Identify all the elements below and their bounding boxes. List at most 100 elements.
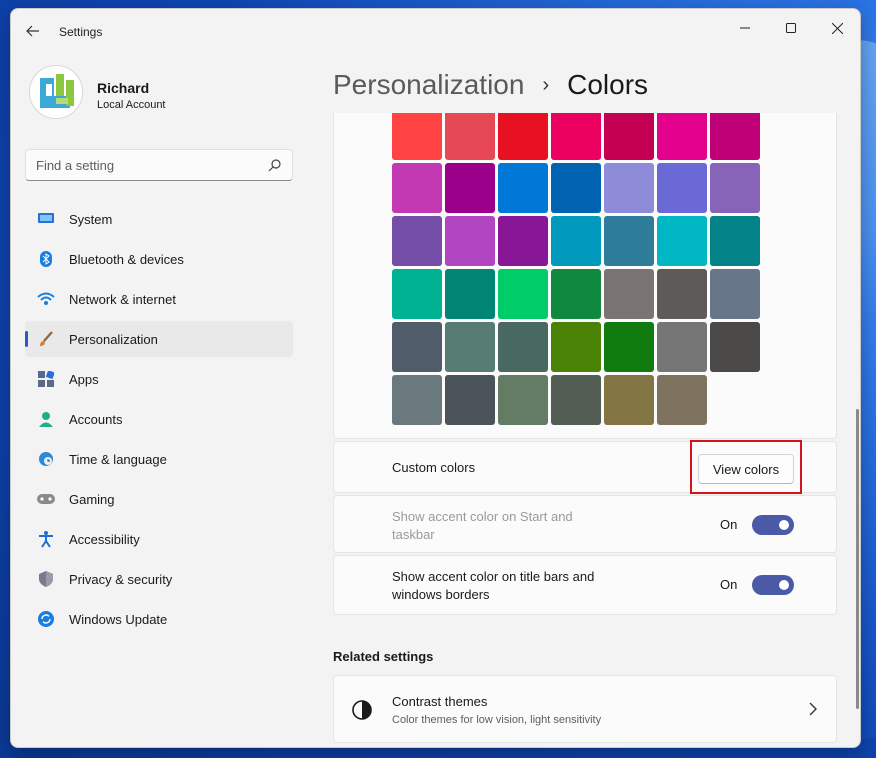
accent-color-swatch[interactable] xyxy=(551,163,601,213)
accent-color-swatch[interactable] xyxy=(445,163,495,213)
accent-color-swatch[interactable] xyxy=(551,322,601,372)
custom-colors-row: Custom colors View colors xyxy=(333,440,837,494)
sidebar-item-label: Accessibility xyxy=(69,531,140,547)
account-type: Local Account xyxy=(97,99,166,111)
accent-color-swatch[interactable] xyxy=(604,375,654,425)
minimize-button[interactable] xyxy=(722,13,768,43)
accent-color-swatch[interactable] xyxy=(392,163,442,213)
accent-color-swatch[interactable] xyxy=(551,113,601,160)
contrast-icon xyxy=(352,700,372,720)
close-button[interactable] xyxy=(814,13,860,43)
accent-color-swatch[interactable] xyxy=(498,113,548,160)
accent-color-swatch[interactable] xyxy=(604,269,654,319)
sidebar-item-windows-update[interactable]: Windows Update xyxy=(25,601,293,637)
back-arrow-icon xyxy=(26,25,39,37)
title-bar[interactable]: Settings xyxy=(11,9,860,53)
maximize-icon xyxy=(786,23,796,33)
accent-color-swatch[interactable] xyxy=(657,322,707,372)
toggle-knob xyxy=(779,580,789,590)
person-icon xyxy=(37,410,55,428)
sidebar-item-gaming[interactable]: Gaming xyxy=(25,481,293,517)
accent-color-swatch[interactable] xyxy=(604,216,654,266)
minimize-icon xyxy=(740,27,750,29)
accent-color-swatch[interactable] xyxy=(392,375,442,425)
accent-color-swatch[interactable] xyxy=(657,269,707,319)
breadcrumb-parent[interactable]: Personalization xyxy=(333,69,524,101)
accent-titlebars-toggle-state: On xyxy=(720,577,738,592)
user-name: Richard xyxy=(97,80,150,96)
accent-color-swatch[interactable] xyxy=(551,375,601,425)
accent-color-swatch[interactable] xyxy=(445,375,495,425)
accent-color-swatch[interactable] xyxy=(710,269,760,319)
gamepad-icon xyxy=(37,490,55,508)
contrast-themes-subtitle: Color themes for low vision, light sensi… xyxy=(392,714,602,726)
main-scrollbar[interactable] xyxy=(856,409,859,709)
accent-color-swatch[interactable] xyxy=(604,113,654,160)
accent-color-swatch[interactable] xyxy=(498,163,548,213)
accent-titlebars-label-line1: Show accent color on title bars and xyxy=(392,569,595,584)
accent-color-swatch[interactable] xyxy=(392,216,442,266)
accent-color-swatch[interactable] xyxy=(498,216,548,266)
accent-color-swatch[interactable] xyxy=(445,322,495,372)
sidebar-item-label: System xyxy=(69,211,113,227)
back-button[interactable] xyxy=(23,21,43,41)
accent-start-toggle[interactable] xyxy=(752,515,794,535)
brush-icon xyxy=(37,330,55,348)
sidebar-item-time-language[interactable]: Time & language xyxy=(25,441,293,477)
contrast-themes-title: Contrast themes xyxy=(392,694,488,709)
accent-color-swatch[interactable] xyxy=(392,269,442,319)
sidebar-item-privacy[interactable]: Privacy & security xyxy=(25,561,293,597)
accent-color-swatch[interactable] xyxy=(604,163,654,213)
accent-color-swatch[interactable] xyxy=(498,269,548,319)
sidebar-item-label: Windows Update xyxy=(69,611,168,627)
accent-color-swatch[interactable] xyxy=(551,269,601,319)
accent-color-swatch[interactable] xyxy=(445,269,495,319)
main-content[interactable]: Custom colors View colors Show accent co… xyxy=(333,113,839,747)
highlight-annotation xyxy=(690,440,802,494)
sidebar-item-apps[interactable]: Apps xyxy=(25,361,293,397)
accent-color-swatch[interactable] xyxy=(657,216,707,266)
user-profile[interactable]: Richard Local Account xyxy=(29,65,289,129)
accent-color-swatch[interactable] xyxy=(498,375,548,425)
accent-palette-card xyxy=(333,113,837,439)
sidebar-item-label: Privacy & security xyxy=(69,571,173,587)
search-placeholder: Find a setting xyxy=(36,158,115,173)
update-icon xyxy=(37,610,55,628)
accent-color-swatch[interactable] xyxy=(445,113,495,160)
toggle-knob xyxy=(779,520,789,530)
accent-color-swatch[interactable] xyxy=(392,113,442,160)
accent-color-swatch[interactable] xyxy=(657,375,707,425)
accent-start-label-line1: Show accent color on Start and xyxy=(392,509,573,524)
accent-color-swatch[interactable] xyxy=(710,216,760,266)
accent-color-swatch[interactable] xyxy=(551,216,601,266)
accent-color-swatch[interactable] xyxy=(498,322,548,372)
accent-start-taskbar-row: Show accent color on Start and taskbar O… xyxy=(333,495,837,553)
accent-color-swatch[interactable] xyxy=(710,163,760,213)
accent-color-swatch[interactable] xyxy=(657,113,707,160)
contrast-themes-link[interactable]: Contrast themes Color themes for low vis… xyxy=(333,675,837,743)
close-icon xyxy=(831,22,843,34)
bluetooth-icon xyxy=(37,250,55,268)
app-title: Settings xyxy=(59,25,103,39)
sidebar-item-accounts[interactable]: Accounts xyxy=(25,401,293,437)
accent-titlebars-toggle[interactable] xyxy=(752,575,794,595)
accent-color-swatch[interactable] xyxy=(392,322,442,372)
sidebar-item-accessibility[interactable]: Accessibility xyxy=(25,521,293,557)
search-icon xyxy=(268,159,281,172)
accent-color-swatch[interactable] xyxy=(604,322,654,372)
sidebar-item-bluetooth[interactable]: Bluetooth & devices xyxy=(25,241,293,277)
accent-color-swatch[interactable] xyxy=(710,322,760,372)
accent-color-swatch[interactable] xyxy=(445,216,495,266)
sidebar-item-label: Accounts xyxy=(69,411,123,427)
accent-color-swatch[interactable] xyxy=(657,163,707,213)
sidebar-item-personalization[interactable]: Personalization xyxy=(25,321,293,357)
sidebar-item-system[interactable]: System xyxy=(25,201,293,237)
custom-colors-label: Custom colors xyxy=(392,460,476,475)
avatar-logo-icon xyxy=(30,66,82,118)
accent-color-swatch[interactable] xyxy=(710,113,760,160)
sidebar-item-label: Gaming xyxy=(69,491,115,507)
sidebar-item-network[interactable]: Network & internet xyxy=(25,281,293,317)
maximize-button[interactable] xyxy=(768,13,814,43)
search-input[interactable]: Find a setting xyxy=(25,149,293,181)
accessibility-icon xyxy=(37,530,55,548)
